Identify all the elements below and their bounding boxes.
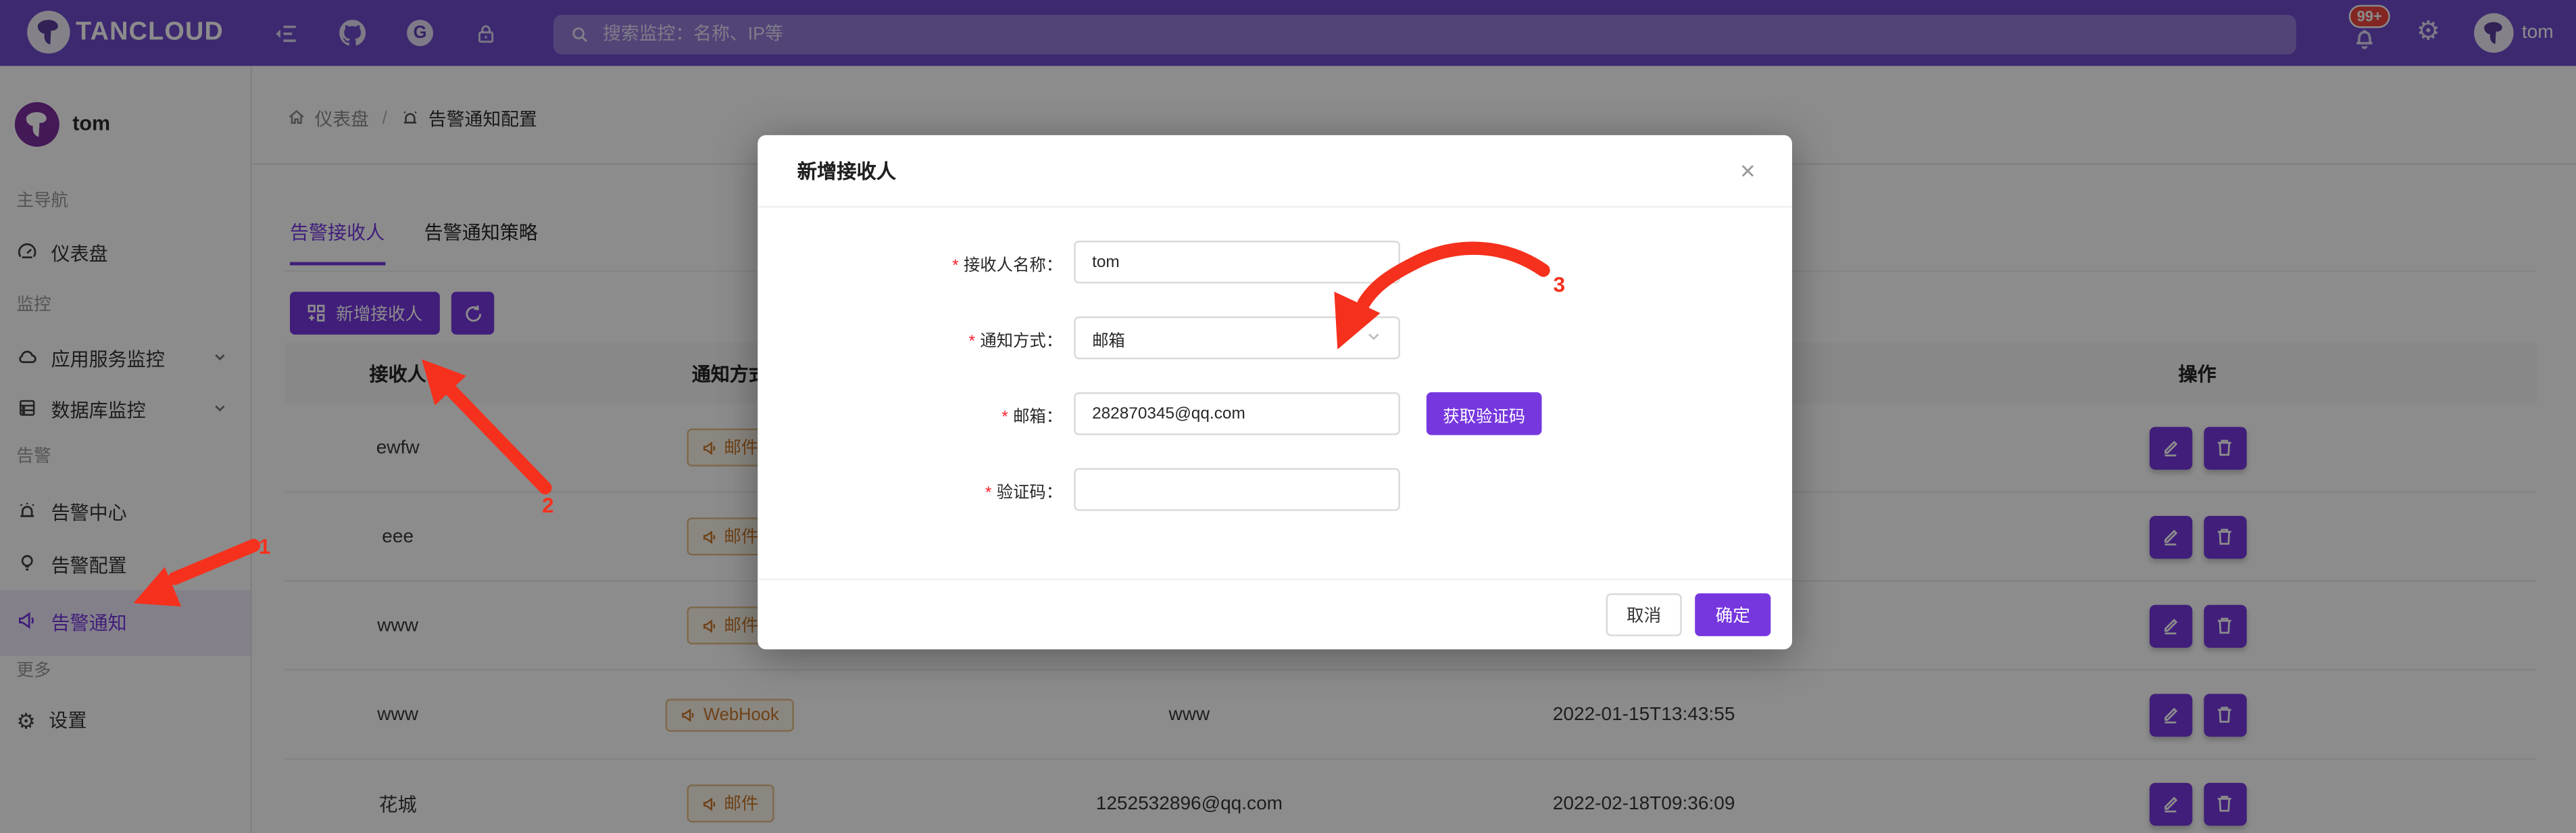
chevron-down-icon	[1366, 327, 1382, 349]
select-value: 邮箱	[1092, 325, 1125, 350]
close-icon[interactable]: ✕	[1729, 135, 1762, 208]
receiver-name-input[interactable]	[1074, 241, 1400, 283]
modal-header: 新增接收人 ✕	[758, 135, 1792, 208]
form-row-method: * 通知方式： 邮箱	[758, 316, 1792, 359]
label-colon: ：	[1046, 483, 1062, 502]
form-row-name: * 接收人名称：	[758, 241, 1792, 283]
modal-footer: 取消 确定	[758, 579, 1792, 650]
get-verification-code-button[interactable]: 获取验证码	[1427, 392, 1542, 435]
form-row-email: * 邮箱： 获取验证码	[758, 392, 1792, 435]
app-root: TANCLOUD G 99+ ⚙ tom tom	[0, 0, 2576, 833]
ok-button[interactable]: 确定	[1695, 594, 1770, 636]
modal-title: 新增接收人	[797, 157, 896, 185]
email-input[interactable]	[1074, 392, 1400, 435]
notify-method-select[interactable]: 邮箱	[1074, 316, 1400, 359]
field-label: 验证码	[997, 483, 1046, 502]
field-label: 通知方式	[980, 332, 1046, 350]
required-mark: *	[952, 256, 959, 275]
modal-body: *接收人名称： *通知方式： 邮箱 *邮箱： 获取验证码 *验证码：	[758, 208, 1792, 578]
required-mark: *	[1001, 408, 1008, 426]
required-mark: *	[985, 483, 992, 502]
label-colon: ：	[1046, 256, 1062, 275]
required-mark: *	[968, 332, 975, 350]
cancel-button[interactable]: 取消	[1606, 594, 1682, 636]
field-label: 邮箱	[1013, 408, 1046, 426]
add-receiver-modal: 新增接收人 ✕ *接收人名称： *通知方式： 邮箱 *邮箱： 获取	[758, 135, 1792, 650]
form-row-code: * 验证码：	[758, 468, 1792, 510]
label-colon: ：	[1046, 332, 1062, 350]
field-label: 接收人名称	[964, 256, 1046, 275]
label-colon: ：	[1046, 408, 1062, 426]
verification-code-input[interactable]	[1074, 468, 1400, 510]
